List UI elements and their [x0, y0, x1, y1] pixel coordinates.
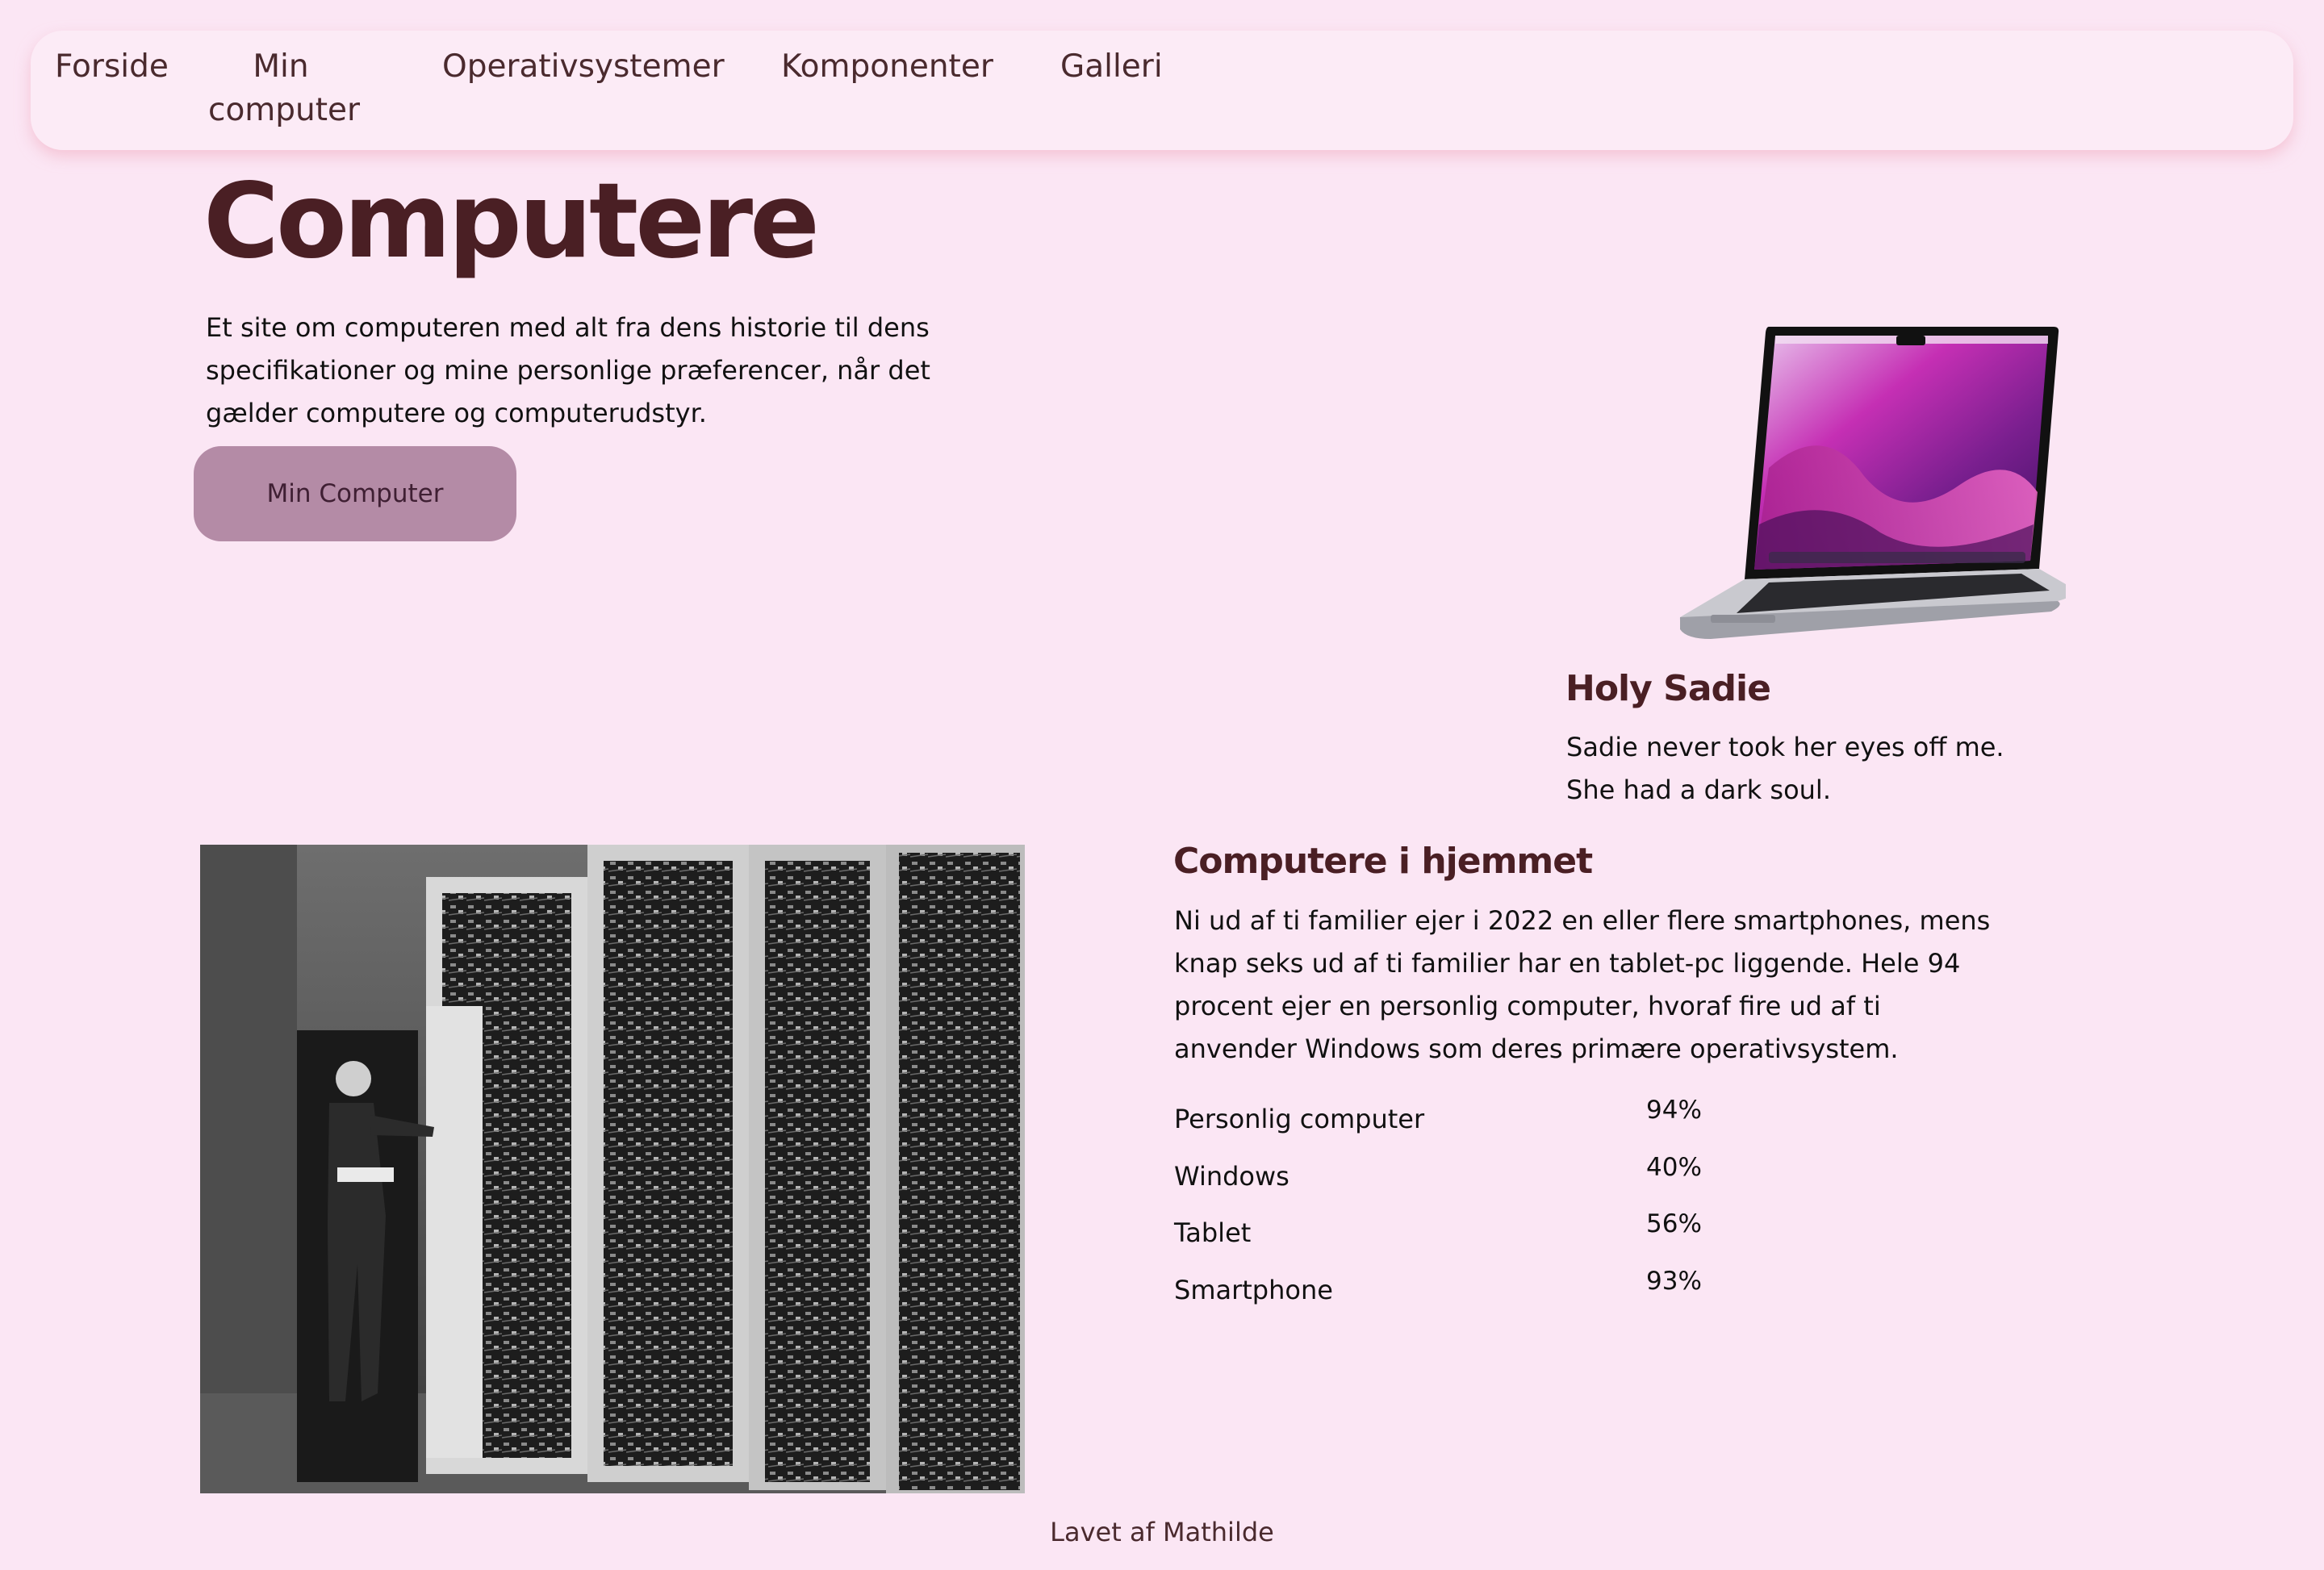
sadie-title: Holy Sadie — [1565, 668, 1771, 709]
intro-text: Et site om computeren med alt fra dens h… — [206, 312, 930, 428]
footer-credit: Lavet af Mathilde — [1050, 1517, 1274, 1547]
nav-item-forside[interactable]: Forside — [55, 45, 169, 89]
stat-value: 56% — [1646, 1209, 1702, 1238]
stats-table: Personlig computer 94% Windows 40% Table… — [1174, 1096, 1739, 1323]
stat-label: Smartphone — [1174, 1274, 1333, 1305]
stat-value: 94% — [1646, 1096, 1702, 1125]
stat-value: 93% — [1646, 1266, 1702, 1296]
stat-row: Windows 40% — [1174, 1153, 1739, 1210]
stat-row: Personlig computer 94% — [1174, 1096, 1739, 1153]
main-nav: Forside Min computer Operativsystemer Ko… — [31, 31, 2293, 150]
sadie-text: Sadie never took her eyes off me. She ha… — [1566, 732, 2004, 805]
stat-label: Personlig computer — [1174, 1104, 1425, 1134]
min-computer-button[interactable]: Min Computer — [194, 446, 516, 541]
stat-value: 40% — [1646, 1152, 1702, 1182]
nav-item-operativsystemer[interactable]: Operativsystemer — [442, 45, 725, 89]
stat-row: Smartphone 93% — [1174, 1267, 1739, 1324]
home-section-title: Computere i hjemmet — [1173, 841, 1593, 882]
nav-item-min-computer[interactable]: Min computer — [208, 45, 360, 132]
nav-item-galleri[interactable]: Galleri — [1060, 45, 1163, 89]
home-section-text: Ni ud af ti familier ejer i 2022 en elle… — [1174, 905, 1991, 1064]
historic-computer-photo — [200, 845, 1025, 1493]
page-title: Computere — [203, 161, 820, 282]
laptop-image — [1679, 327, 2066, 639]
nav-item-komponenter[interactable]: Komponenter — [781, 45, 993, 89]
stat-row: Tablet 56% — [1174, 1209, 1739, 1267]
stat-label: Tablet — [1174, 1217, 1252, 1248]
stat-label: Windows — [1174, 1160, 1289, 1192]
